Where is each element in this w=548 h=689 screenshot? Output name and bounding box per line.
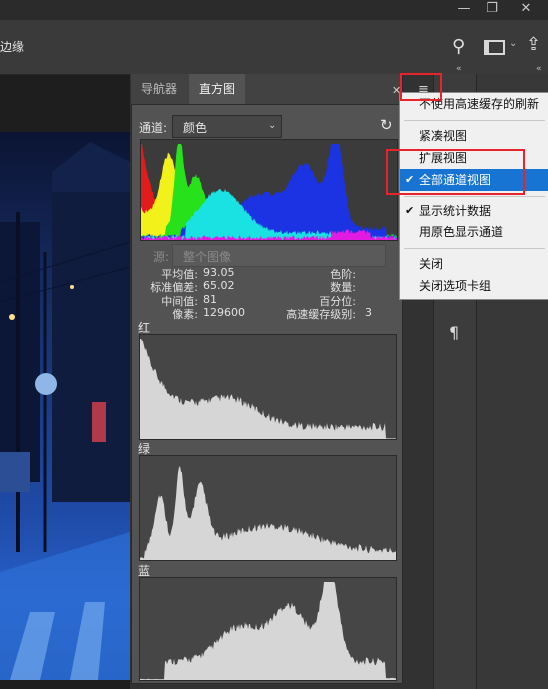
- channel-select[interactable]: 颜色 ⌄: [172, 115, 282, 138]
- mean-value: 93.05: [203, 266, 235, 279]
- source-select-value: 整个图像: [183, 250, 232, 264]
- menu-separator: [404, 196, 545, 197]
- document-image: [0, 132, 130, 680]
- menu-item-close-tab-group[interactable]: 关闭选项卡组: [400, 275, 548, 297]
- menu-item-show-channels-in-color[interactable]: 用原色显示通道: [400, 221, 548, 243]
- panel-tab-bar: 导航器 直方图: [131, 74, 401, 105]
- red-histogram: [139, 334, 397, 440]
- color-histogram: [140, 139, 398, 241]
- tab-histogram[interactable]: 直方图: [189, 74, 246, 104]
- restore-button[interactable]: ❐: [478, 0, 506, 18]
- histogram-panel-menu: 不使用高速缓存的刷新 紧凑视图 扩展视图 ✔ 全部通道视图 ✔ 显示统计数据 用原色…: [399, 92, 548, 300]
- chevron-down-icon[interactable]: ⌄: [509, 38, 517, 49]
- search-icon[interactable]: ⚲: [452, 36, 465, 57]
- color-histogram-chart: [141, 144, 397, 240]
- refresh-icon[interactable]: ↻: [380, 116, 393, 134]
- menu-separator: [404, 120, 545, 121]
- cache-level-value: 3: [365, 306, 372, 319]
- close-window-button[interactable]: ✕: [512, 0, 540, 18]
- green-histogram-chart: [140, 466, 396, 560]
- std-dev-value: 65.02: [203, 279, 235, 292]
- source-label: 源:: [153, 250, 170, 264]
- street-scene-illustration: [0, 142, 130, 680]
- channel-label: 通道:: [139, 121, 168, 135]
- menu-item-show-statistics[interactable]: ✔ 显示统计数据: [400, 200, 548, 222]
- annotation-box-menu-button: [400, 73, 442, 101]
- collapse-icon[interactable]: «: [536, 64, 542, 74]
- check-icon: ✔: [405, 204, 415, 217]
- green-histogram: [139, 455, 397, 561]
- pixels-label: 像素:: [172, 308, 198, 321]
- chevron-down-icon: ⌄: [268, 120, 277, 131]
- menu-item-compact-view[interactable]: 紧凑视图: [400, 125, 548, 147]
- paragraph-icon[interactable]: ¶: [449, 323, 459, 342]
- blue-histogram: [139, 577, 397, 681]
- source-select[interactable]: 整个图像: [172, 244, 386, 267]
- pixels-value: 129600: [203, 306, 245, 319]
- workspace-icon[interactable]: [484, 40, 505, 55]
- cache-level-label: 高速缓存级别:: [286, 308, 356, 321]
- annotation-box-menu-items: [386, 149, 525, 195]
- options-bar: [0, 20, 548, 75]
- blue-histogram-area: [140, 582, 396, 680]
- green-histogram-area: [140, 466, 396, 560]
- menu-separator: [404, 248, 545, 249]
- share-icon[interactable]: ⇪: [526, 34, 541, 55]
- channel-select-value: 颜色: [183, 121, 208, 135]
- blue-histogram-chart: [140, 582, 396, 680]
- median-value: 81: [203, 293, 217, 306]
- menu-item-close[interactable]: 关闭: [400, 253, 548, 275]
- red-histogram-chart: [140, 339, 396, 439]
- minimize-button[interactable]: —: [450, 0, 478, 18]
- edge-label[interactable]: 边缘: [0, 38, 24, 55]
- collapse-icon[interactable]: «: [456, 64, 462, 74]
- red-histogram-area: [140, 339, 396, 439]
- tab-navigator[interactable]: 导航器: [131, 74, 187, 104]
